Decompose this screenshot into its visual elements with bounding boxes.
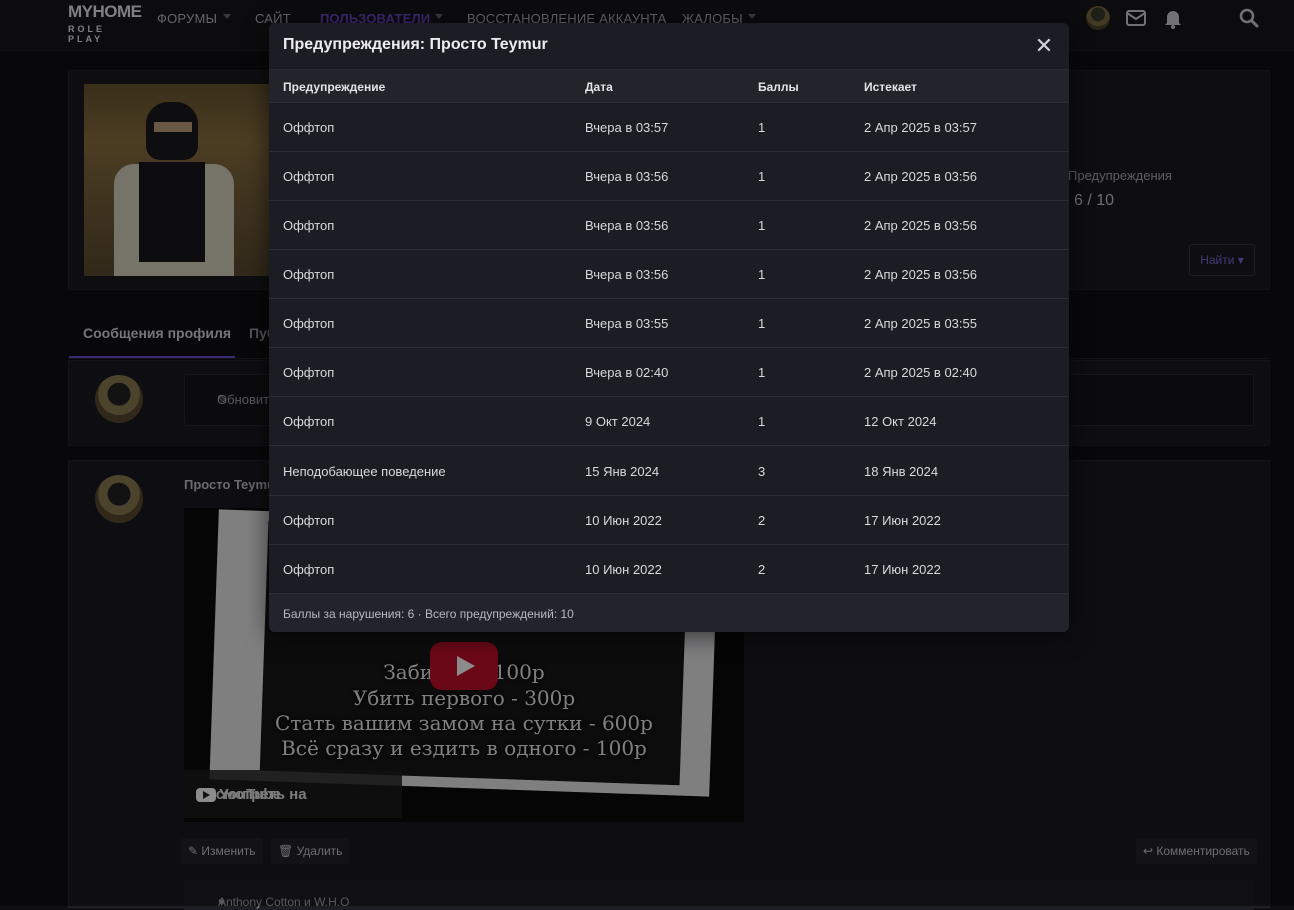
table-row[interactable]: Оффтоп 9 Окт 2024 1 12 Окт 2024	[269, 397, 1069, 446]
warning-points: 1	[758, 316, 766, 331]
warning-reason: Неподобающее поведение	[283, 464, 446, 479]
warning-expires: 2 Апр 2025 в 03:56	[864, 169, 977, 184]
column-header-expires: Истекает	[864, 80, 917, 94]
table-header: Предупреждение Дата Баллы Истекает	[269, 70, 1069, 103]
warning-expires: 2 Апр 2025 в 03:57	[864, 120, 977, 135]
warning-reason: Оффтоп	[283, 169, 335, 184]
warning-date: Вчера в 02:40	[585, 365, 669, 380]
warning-date: 10 Июн 2022	[585, 513, 662, 528]
table-row[interactable]: Оффтоп 10 Июн 2022 2 17 Июн 2022	[269, 496, 1069, 545]
warning-reason: Оффтоп	[283, 120, 335, 135]
warning-reason: Оффтоп	[283, 316, 335, 331]
table-row[interactable]: Оффтоп Вчера в 03:56 1 2 Апр 2025 в 03:5…	[269, 152, 1069, 201]
table-row[interactable]: Оффтоп Вчера в 02:40 1 2 Апр 2025 в 02:4…	[269, 348, 1069, 397]
warning-points: 1	[758, 365, 766, 380]
warning-expires: 17 Июн 2022	[864, 513, 941, 528]
column-header-date: Дата	[585, 80, 613, 94]
warning-date: 10 Июн 2022	[585, 562, 662, 577]
warning-reason: Оффтоп	[283, 414, 335, 429]
close-icon[interactable]: ✕	[1031, 33, 1057, 59]
warning-expires: 2 Апр 2025 в 03:56	[864, 267, 977, 282]
warning-date: 15 Янв 2024	[585, 464, 660, 479]
warning-expires: 12 Окт 2024	[864, 414, 937, 429]
warning-points: 1	[758, 267, 766, 282]
column-header-warning: Предупреждение	[283, 80, 386, 94]
warning-points: 1	[758, 414, 766, 429]
warning-reason: Оффтоп	[283, 218, 335, 233]
warning-points: 2	[758, 562, 766, 577]
warning-reason: Оффтоп	[283, 562, 335, 577]
warning-date: Вчера в 03:56	[585, 218, 669, 233]
modal-title: Предупреждения: Просто Teymur	[283, 36, 548, 53]
warning-reason: Оффтоп	[283, 513, 335, 528]
column-header-points: Баллы	[758, 80, 799, 94]
warning-date: Вчера в 03:55	[585, 316, 669, 331]
warning-date: Вчера в 03:57	[585, 120, 669, 135]
warning-reason: Оффтоп	[283, 267, 335, 282]
warnings-modal: Предупреждения: Просто Teymur ✕ Предупре…	[269, 23, 1069, 632]
warning-date: 9 Окт 2024	[585, 414, 651, 429]
warning-points: 1	[758, 120, 766, 135]
warning-points: 1	[758, 218, 766, 233]
modal-header: Предупреждения: Просто Teymur ✕	[269, 23, 1069, 70]
warning-expires: 18 Янв 2024	[864, 464, 939, 479]
warning-reason: Оффтоп	[283, 365, 335, 380]
table-row[interactable]: Оффтоп Вчера в 03:56 1 2 Апр 2025 в 03:5…	[269, 250, 1069, 299]
warning-date: Вчера в 03:56	[585, 267, 669, 282]
warning-points: 1	[758, 169, 766, 184]
warning-expires: 2 Апр 2025 в 03:56	[864, 218, 977, 233]
table-row[interactable]: Оффтоп 10 Июн 2022 2 17 Июн 2022	[269, 545, 1069, 594]
modal-footer: Баллы за нарушения: 6 · Всего предупрежд…	[269, 594, 1069, 632]
warning-expires: 17 Июн 2022	[864, 562, 941, 577]
table-row[interactable]: Неподобающее поведение 15 Янв 2024 3 18 …	[269, 447, 1069, 496]
warning-date: Вчера в 03:56	[585, 169, 669, 184]
warning-points: 2	[758, 513, 766, 528]
table-row[interactable]: Оффтоп Вчера в 03:55 1 2 Апр 2025 в 03:5…	[269, 299, 1069, 348]
table-row[interactable]: Оффтоп Вчера в 03:57 1 2 Апр 2025 в 03:5…	[269, 103, 1069, 152]
warning-points: 3	[758, 464, 766, 479]
table-row[interactable]: Оффтоп Вчера в 03:56 1 2 Апр 2025 в 03:5…	[269, 201, 1069, 250]
warnings-summary: Баллы за нарушения: 6 · Всего предупрежд…	[283, 607, 574, 621]
warning-expires: 2 Апр 2025 в 02:40	[864, 365, 977, 380]
warning-expires: 2 Апр 2025 в 03:55	[864, 316, 977, 331]
